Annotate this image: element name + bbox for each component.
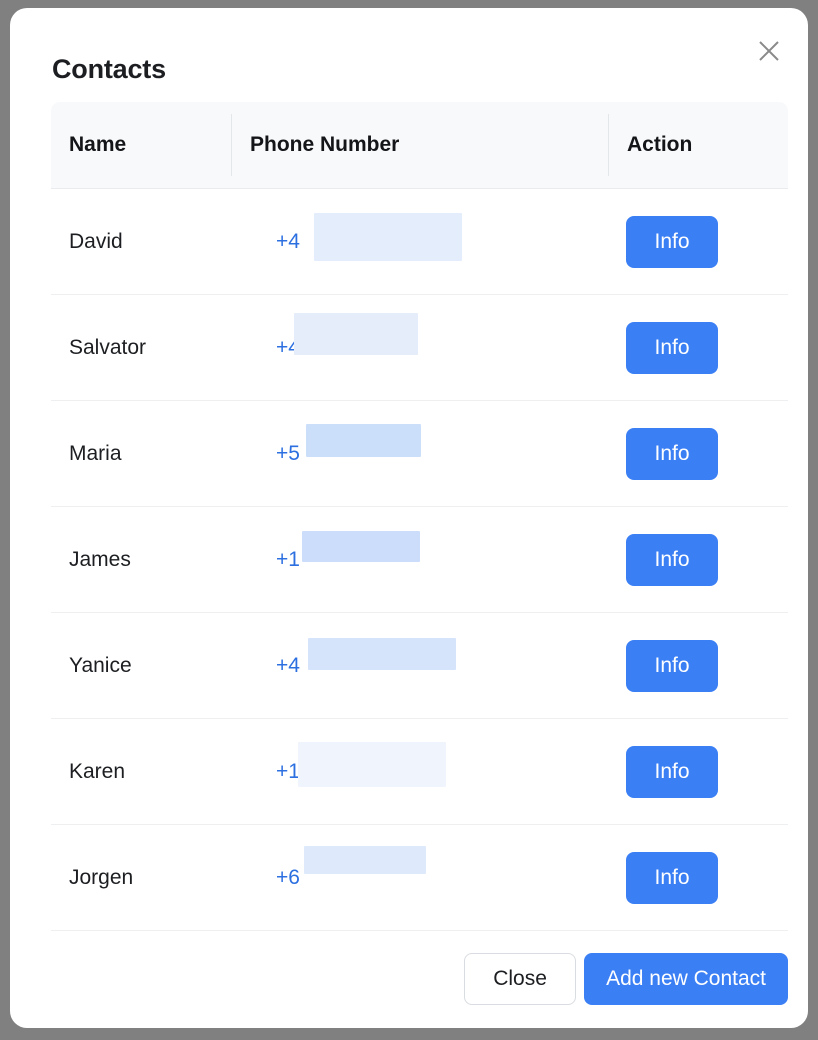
contact-phone-cell: +6	[251, 825, 608, 930]
column-header-action: Action	[608, 114, 788, 176]
contacts-dialog: Contacts Name Phone Number Action David +…	[10, 8, 808, 1028]
phone-redaction-overlay	[298, 741, 446, 787]
phone-redaction-overlay	[304, 845, 426, 874]
contact-action-cell: Info	[608, 719, 788, 824]
contact-phone-cell: +4	[251, 613, 608, 718]
contact-phone-number: +6	[276, 845, 426, 891]
info-button[interactable]: Info	[626, 427, 718, 480]
contact-name: James	[69, 547, 131, 571]
add-new-contact-button[interactable]: Add new Contact	[584, 953, 788, 1005]
contact-action-cell: Info	[608, 401, 788, 506]
contact-name: Jorgen	[69, 865, 134, 889]
contact-name: Salvator	[69, 335, 147, 359]
contact-phone-number: +4	[276, 312, 418, 361]
contact-phone-cell: +1	[251, 719, 608, 824]
info-button[interactable]: Info	[626, 851, 718, 904]
table-row: Yanice +4 Info	[51, 613, 788, 719]
info-button[interactable]: Info	[626, 533, 718, 586]
table-row: Maria +5 Info	[51, 401, 788, 507]
close-x-icon	[757, 39, 781, 63]
info-button[interactable]: Info	[626, 639, 718, 692]
info-button[interactable]: Info	[626, 321, 718, 374]
close-icon-button[interactable]	[748, 30, 790, 72]
phone-redaction-overlay	[306, 423, 421, 457]
contact-action-cell: Info	[608, 507, 788, 612]
contact-name: Karen	[69, 759, 126, 783]
contact-phone-number: +1	[276, 530, 420, 573]
contact-name: Yanice	[69, 653, 132, 677]
dialog-footer: Close Add new Contact	[51, 930, 788, 1028]
phone-redaction-overlay	[294, 312, 418, 355]
phone-redaction-overlay	[314, 212, 462, 261]
table-header-row: Name Phone Number Action	[51, 102, 788, 189]
contact-phone-number: +1	[276, 741, 446, 787]
phone-redaction-overlay	[308, 637, 456, 670]
contact-action-cell: Info	[608, 295, 788, 400]
contact-name: David	[69, 229, 123, 253]
table-row: Jorgen +6 Info	[51, 825, 788, 931]
contact-action-cell: Info	[608, 613, 788, 718]
contact-phone-number: +4	[276, 212, 462, 261]
table-body: David +4 Info Salvator +4 Info Maria +5 Info Jame…	[51, 189, 788, 931]
info-button[interactable]: Info	[626, 215, 718, 268]
page-title: Contacts	[52, 54, 166, 84]
contact-phone-number: +5	[276, 423, 421, 467]
contact-phone-cell: +4	[251, 295, 608, 400]
phone-redaction-overlay	[302, 530, 420, 562]
contact-action-cell: Info	[608, 189, 788, 294]
contact-name: Maria	[69, 441, 122, 465]
table-row: James +1 Info	[51, 507, 788, 613]
contact-phone-cell: +5	[251, 401, 608, 506]
table-row: Karen +1 Info	[51, 719, 788, 825]
info-button[interactable]: Info	[626, 745, 718, 798]
contact-action-cell: Info	[608, 825, 788, 930]
contact-phone-cell: +1	[251, 507, 608, 612]
close-button[interactable]: Close	[464, 953, 577, 1005]
contact-phone-cell: +4	[251, 189, 608, 294]
column-header-phone: Phone Number	[231, 114, 608, 176]
table-row: David +4 Info	[51, 189, 788, 295]
column-header-name: Name	[69, 133, 127, 156]
table-row: Salvator +4 Info	[51, 295, 788, 401]
contact-phone-number: +4	[276, 637, 456, 679]
contacts-table: Name Phone Number Action David +4 Info Salv…	[51, 102, 788, 931]
